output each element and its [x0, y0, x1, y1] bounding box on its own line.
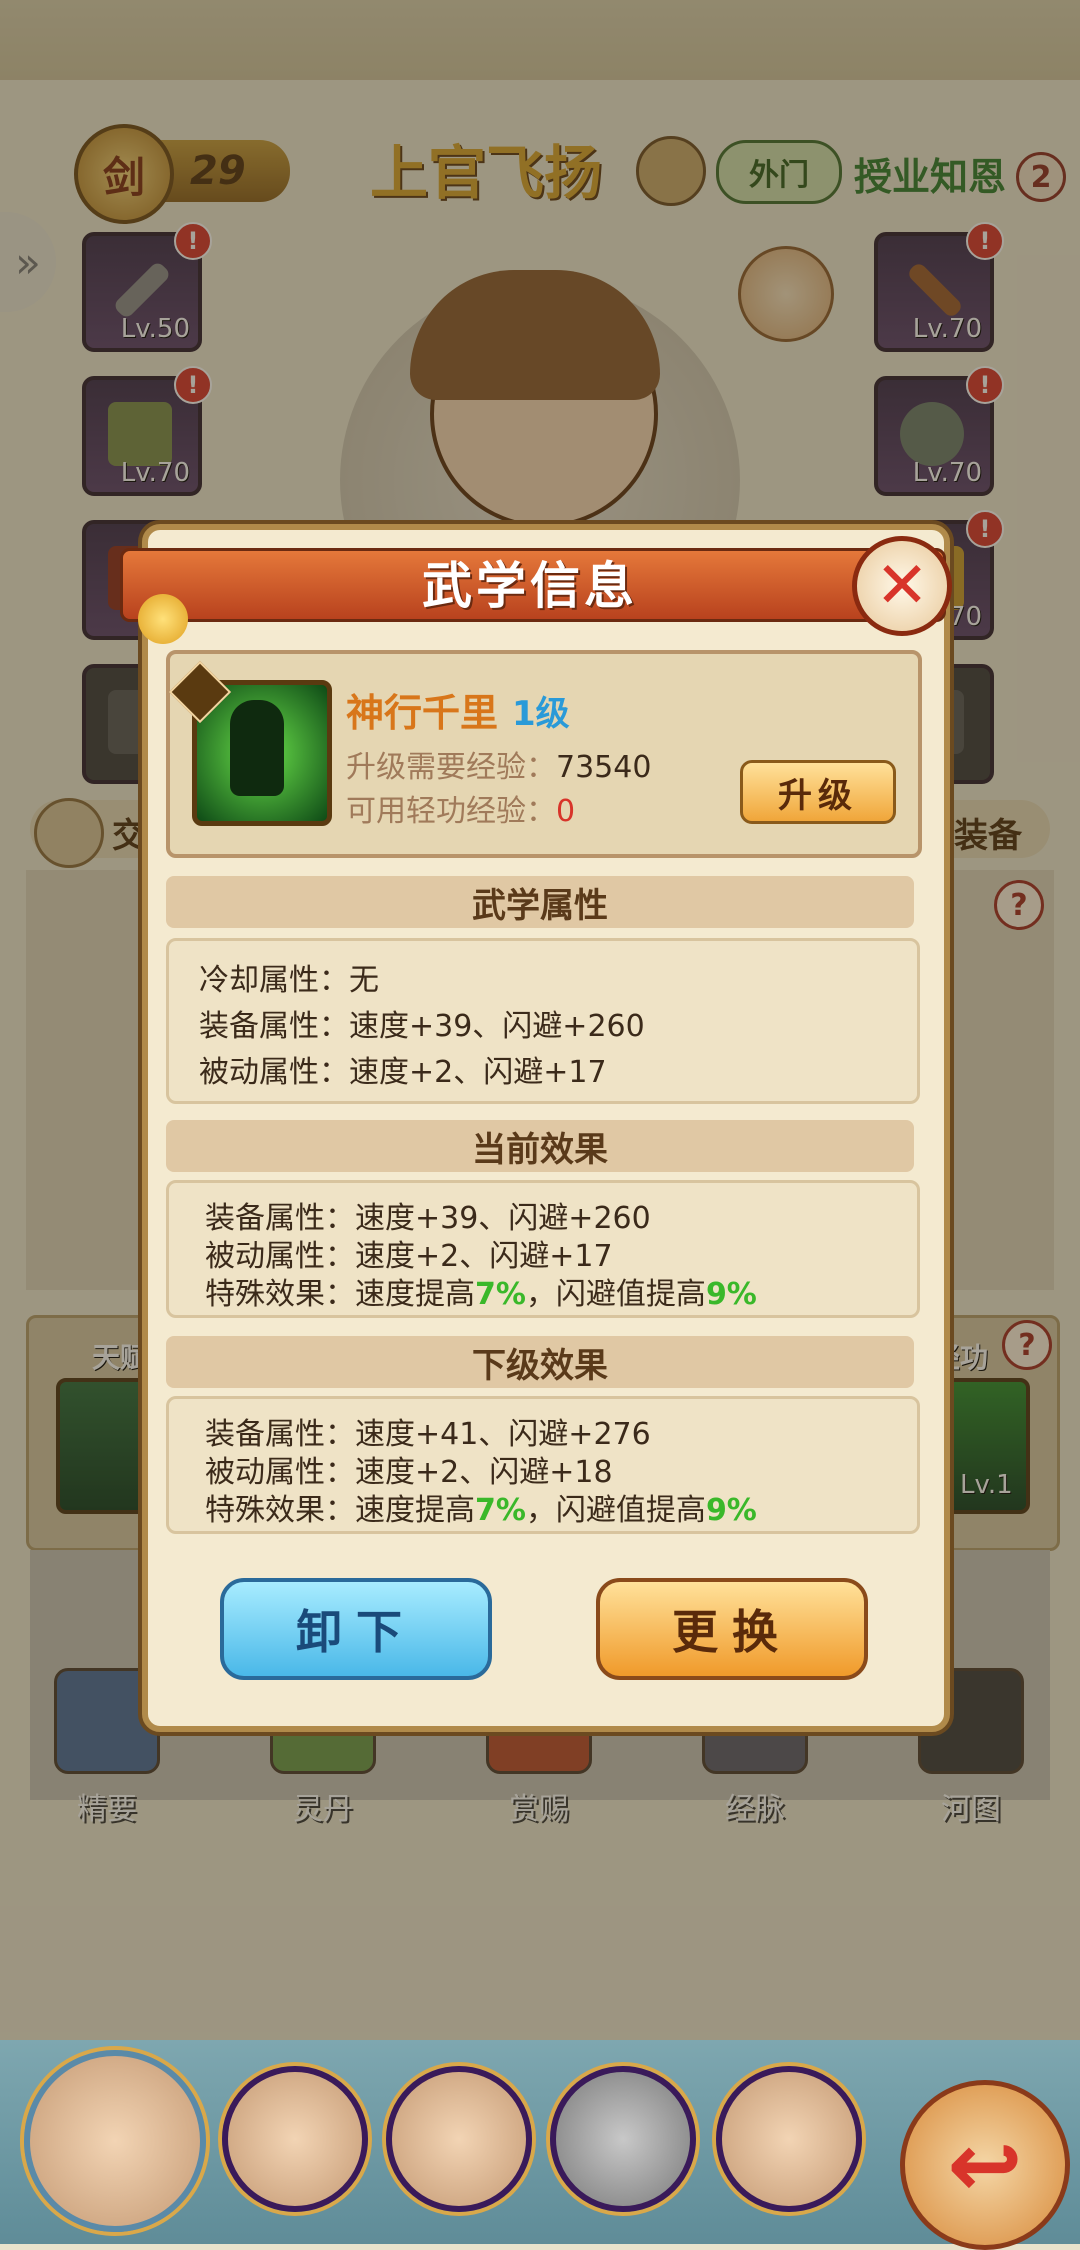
hero-portrait-4[interactable] [550, 2066, 696, 2212]
passive-attr-label: 被动属性： [199, 1055, 349, 1090]
equip-attr-value: 速度+39、闪避+260 [349, 1009, 645, 1044]
skill-name: 神行千里 [346, 691, 499, 735]
current-effect-box: 装备属性：速度+39、闪避+260 被动属性：速度+2、闪避+17 特殊效果：速… [166, 1180, 920, 1318]
cooldown-label: 冷却属性： [199, 963, 349, 998]
exp-available-value: 0 [556, 794, 576, 829]
special-text: ，闪避值提高 [525, 1493, 706, 1528]
dialog-title: 武学信息 [422, 557, 638, 615]
next-effect-header: 下级效果 [166, 1336, 914, 1388]
dodge-percent: 9% [705, 1277, 757, 1312]
special-text: 速度提高 [355, 1493, 475, 1528]
next-special-row: 特殊效果：速度提高7%，闪避值提高9% [205, 1485, 757, 1529]
exp-required-label: 升级需要经验： [346, 750, 556, 785]
cooldown-row: 冷却属性：无 [199, 955, 379, 999]
back-button[interactable]: ↩ [900, 2080, 1070, 2250]
skill-level: 1级 [512, 694, 570, 734]
equip-attr-row: 装备属性：速度+39、闪避+260 [199, 1001, 645, 1045]
runner-icon [230, 700, 284, 796]
speed-percent: 7% [475, 1277, 526, 1312]
hero-portrait-2[interactable] [222, 2066, 368, 2212]
attributes-header: 武学属性 [166, 876, 914, 928]
cooldown-value: 无 [349, 963, 379, 998]
current-special-row: 特殊效果：速度提高7%，闪避值提高9% [205, 1269, 757, 1313]
special-text: 速度提高 [355, 1277, 475, 1312]
passive-attr-value: 速度+2、闪避+17 [349, 1055, 607, 1090]
next-special-label: 特殊效果： [205, 1493, 355, 1528]
replace-button[interactable]: 更换 [596, 1578, 868, 1680]
hero-portrait-3[interactable] [386, 2066, 532, 2212]
passive-attr-row: 被动属性：速度+2、闪避+17 [199, 1047, 607, 1091]
close-button[interactable]: ✕ [852, 536, 952, 636]
flower-ornament-icon [138, 594, 188, 644]
next-effect-box: 装备属性：速度+41、闪避+276 被动属性：速度+2、闪避+18 特殊效果：速… [166, 1396, 920, 1534]
exp-available-row: 可用轻功经验：0 [346, 786, 575, 830]
equip-attr-label: 装备属性： [199, 1009, 349, 1044]
special-text: ，闪避值提高 [525, 1277, 706, 1312]
attributes-box: 冷却属性：无 装备属性：速度+39、闪避+260 被动属性：速度+2、闪避+17 [166, 938, 920, 1104]
exp-required-row: 升级需要经验：73540 [346, 742, 651, 786]
hero-portrait-5[interactable] [716, 2066, 862, 2212]
dodge-percent: 9% [705, 1493, 757, 1528]
unload-button[interactable]: 卸下 [220, 1578, 492, 1680]
exp-required-value: 73540 [556, 750, 652, 785]
current-effect-header: 当前效果 [166, 1120, 914, 1172]
speed-percent: 7% [475, 1493, 526, 1528]
current-special-label: 特殊效果： [205, 1277, 355, 1312]
exp-available-label: 可用轻功经验： [346, 794, 556, 829]
upgrade-button[interactable]: 升级 [740, 760, 896, 824]
hero-portrait-1[interactable] [24, 2050, 206, 2232]
